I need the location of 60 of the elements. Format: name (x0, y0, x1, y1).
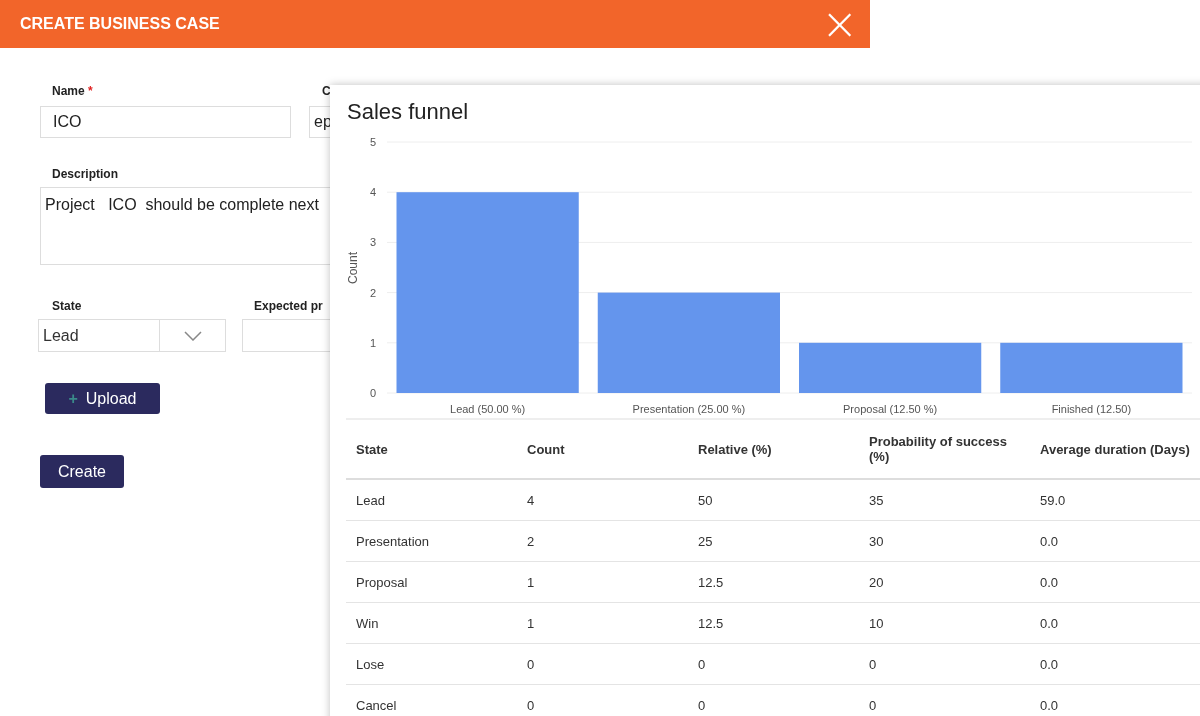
table-cell-text: 25 (698, 533, 714, 549)
dialog-title: CREATE BUSINESS CASE (20, 15, 220, 33)
table-cell-text: 2 (527, 533, 536, 549)
axis-tick-label: 1 (369, 336, 376, 349)
axis-tick-label: 3 (369, 236, 376, 249)
table-cell-text: Lead (356, 492, 386, 508)
state-dropdown[interactable]: Lead (38, 319, 226, 352)
axis-tick-label: Lead (50.00 %) (450, 403, 526, 415)
column-header: Probability of success (%) (869, 434, 1008, 464)
table-cell-text: 30 (869, 533, 885, 549)
field-label: Name * (52, 84, 93, 98)
axis-tick-label: Presentation (25.00 %) (632, 403, 746, 415)
table-cell-text: 0 (869, 697, 878, 713)
table-cell-text: 12.5 (698, 574, 725, 590)
upload-button[interactable]: + Upload (45, 383, 160, 414)
create-button[interactable]: Create (40, 455, 124, 488)
table-cell-text: 0 (698, 697, 707, 713)
table-cell-text: Lose (356, 656, 386, 672)
column-header: Relative (%) (698, 441, 773, 457)
axis-tick-label: Proposal (12.50 %) (843, 403, 938, 415)
table-cell-text: 4 (527, 492, 536, 508)
table-cell-text: 1 (527, 574, 536, 590)
table-cell-text: 0 (698, 656, 707, 672)
input-field[interactable] (242, 319, 330, 352)
table-cell-text: Presentation (356, 533, 430, 549)
table-cell-text: 0.0 (1040, 574, 1060, 590)
field-label: Description (52, 167, 118, 181)
chart-title: Sales funnel (347, 99, 469, 125)
table-cell-text: 20 (869, 574, 885, 590)
description-field[interactable]: Project ICO should be complete next (40, 187, 330, 265)
axis-tick-label: 4 (369, 186, 376, 199)
table-cell-text: 0.0 (1040, 656, 1060, 672)
axis-tick-label: Finished (12.50) (1051, 403, 1132, 415)
axis-title: Count (346, 252, 360, 284)
table-cell-text: 12.5 (698, 615, 725, 631)
column-header: Count (527, 441, 566, 457)
table-cell-text: Proposal (356, 574, 409, 590)
axis-tick-label: 0 (369, 387, 376, 399)
table-cell-text: 1 (527, 615, 536, 631)
axis-tick-label: 5 (369, 136, 376, 148)
table-cell-text: 0.0 (1040, 533, 1060, 549)
table-cell-text: 0 (527, 697, 536, 713)
table-cell-text: 0 (527, 656, 536, 672)
field-label: State (52, 299, 82, 313)
table-cell-text: 0.0 (1040, 615, 1060, 631)
table-cell-text: 35 (869, 492, 885, 508)
table-cell-text: 10 (869, 615, 885, 631)
table-cell-text: 0.0 (1040, 697, 1060, 713)
table-cell-text: 50 (698, 492, 714, 508)
table-cell-text: 0 (869, 656, 878, 672)
field-label: Expected pr (254, 299, 323, 313)
axis-tick-label: 2 (369, 286, 376, 299)
table-cell-text: Cancel (356, 697, 398, 713)
table-cell-text: Win (356, 615, 380, 631)
table-cell-text: 59.0 (1040, 492, 1067, 508)
chevron-down-icon (183, 330, 202, 341)
field-label: C (322, 84, 331, 98)
name-field[interactable]: ICO (40, 106, 291, 138)
column-header: Average duration (Days) (1040, 441, 1191, 457)
column-header: State (356, 441, 389, 457)
